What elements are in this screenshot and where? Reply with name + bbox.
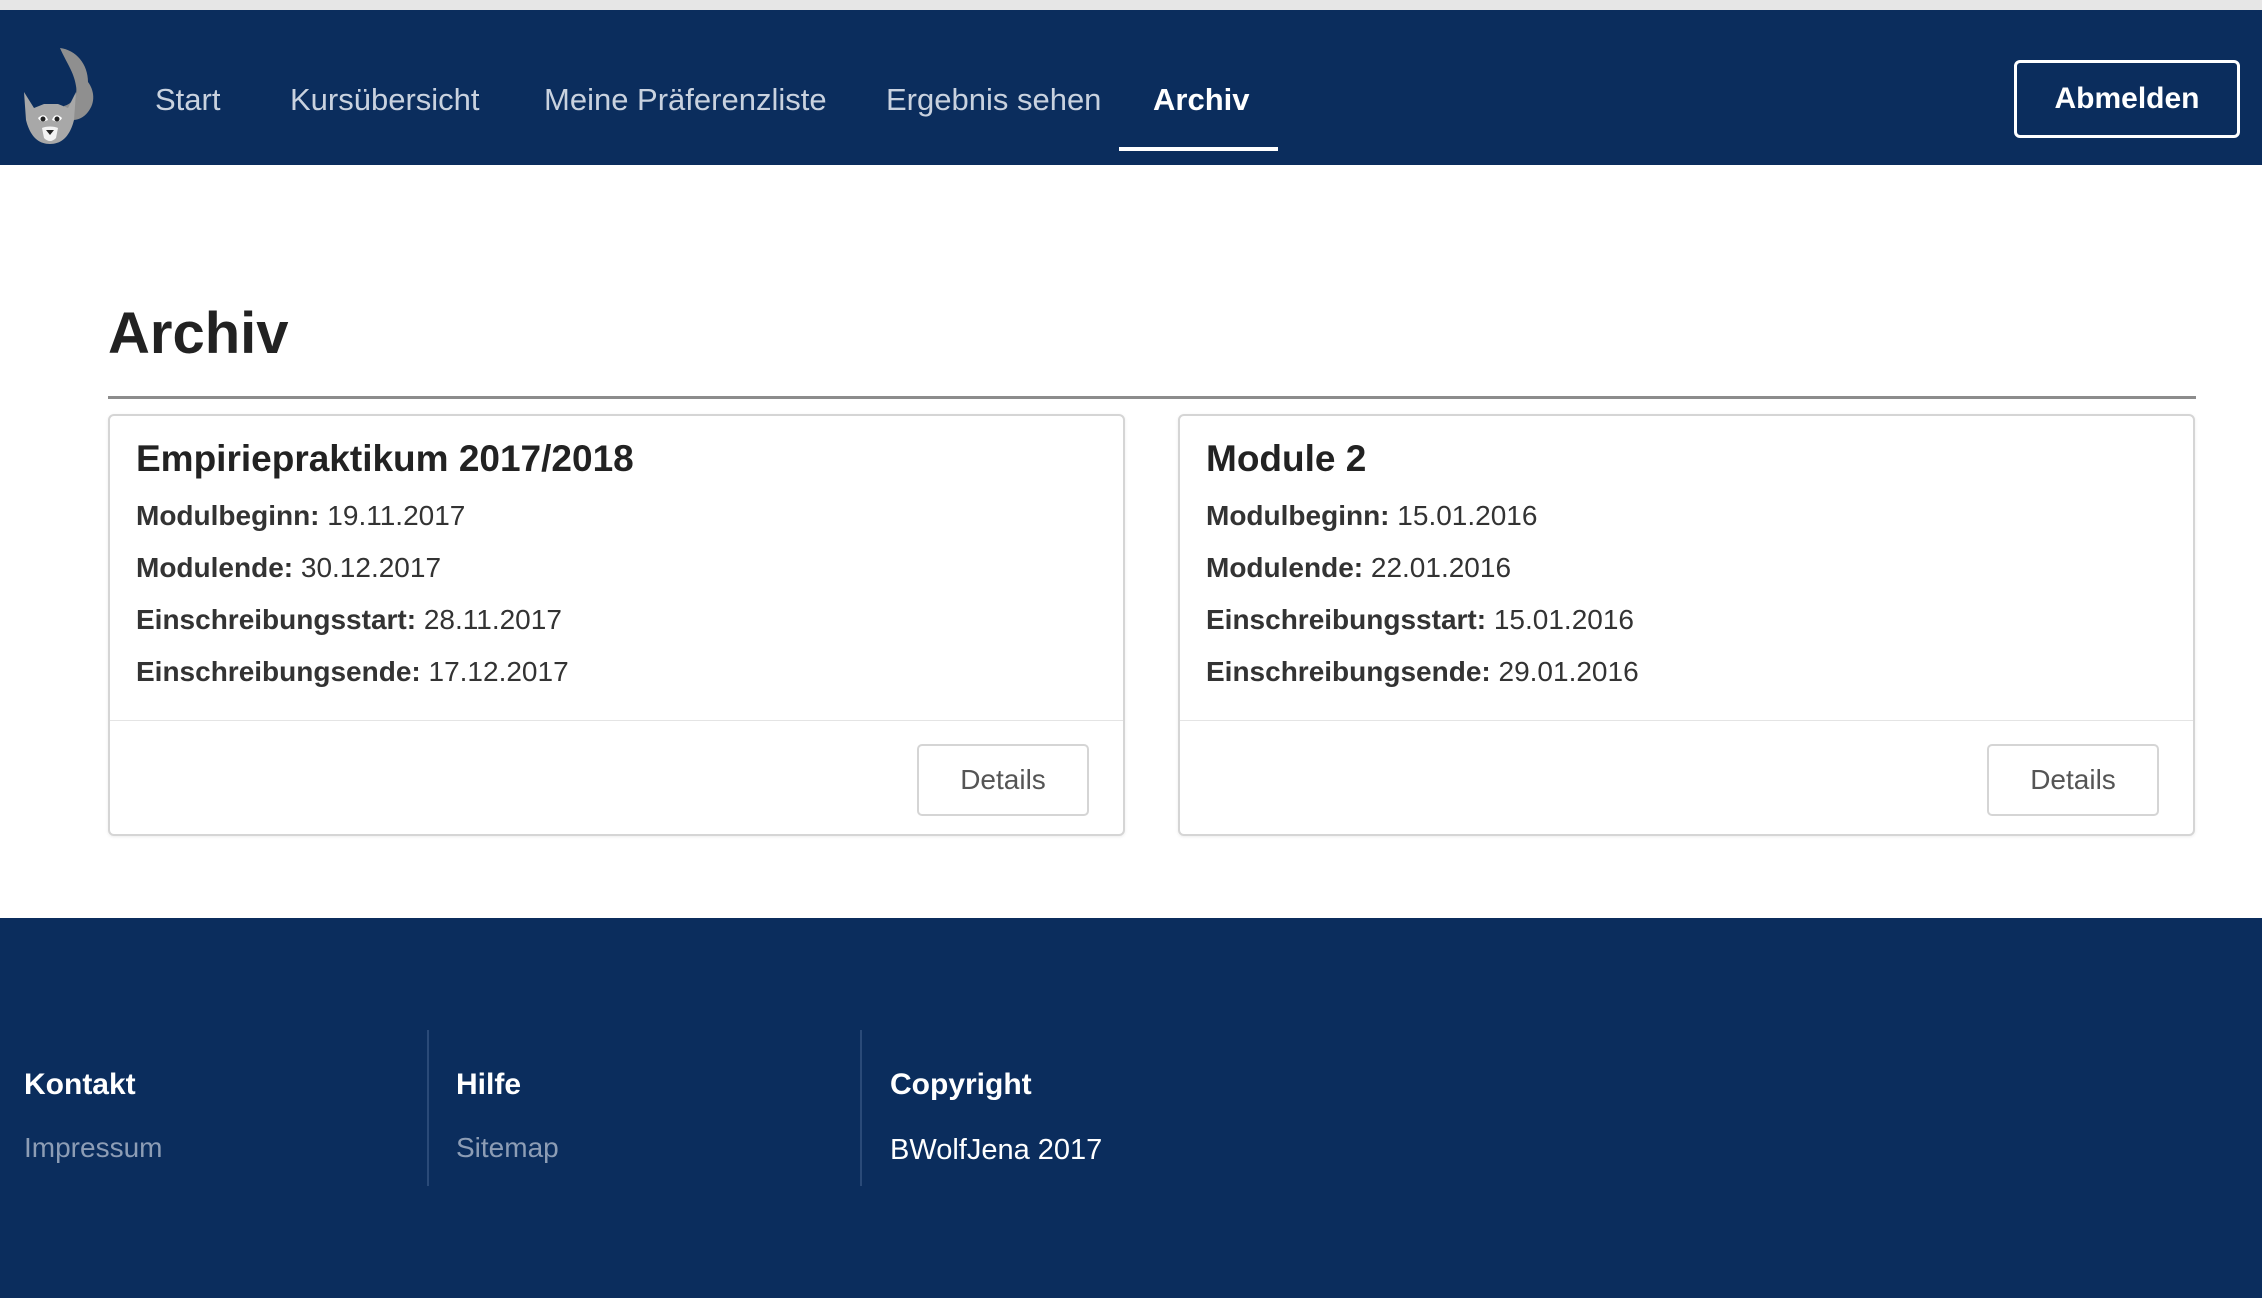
page-title: Archiv	[108, 301, 289, 366]
module-start-label: Modulbeginn:	[136, 500, 320, 531]
enroll-start-label: Einschreibungsstart:	[1206, 604, 1487, 635]
card-title: Empiriepraktikum 2017/2018	[136, 438, 634, 479]
logout-button[interactable]: Abmelden	[2014, 60, 2240, 138]
footer-heading-copyright: Copyright	[890, 1068, 1032, 1101]
module-start-value: 15.01.2016	[1397, 500, 1538, 531]
top-strip	[0, 0, 2262, 10]
footer-column-kontakt: Kontakt Impressum	[24, 1030, 434, 1186]
nav-item-praeferenzliste[interactable]: Meine Präferenzliste	[544, 82, 827, 138]
footer-column-copyright: Copyright BWolfJena 2017	[860, 1030, 1300, 1186]
module-end-value: 30.12.2017	[300, 552, 442, 583]
wolf-logo-icon[interactable]	[18, 46, 100, 150]
nav-item-ergebnis[interactable]: Ergebnis sehen	[886, 82, 1101, 138]
enroll-end-label: Einschreibungsende:	[1206, 656, 1491, 687]
module-start-row: Modulbeginn: 15.01.2016	[1206, 500, 1537, 532]
enroll-end-row: Einschreibungsende: 17.12.2017	[136, 656, 569, 688]
enroll-end-value: 29.01.2016	[1498, 656, 1639, 687]
module-start-row: Modulbeginn: 19.11.2017	[136, 500, 465, 532]
enroll-start-row: Einschreibungsstart: 15.01.2016	[1206, 604, 1634, 636]
footer-link-impressum[interactable]: Impressum	[24, 1132, 162, 1164]
enroll-end-row: Einschreibungsende: 29.01.2016	[1206, 656, 1639, 688]
card-title: Module 2	[1206, 438, 1367, 479]
module-start-label: Modulbeginn:	[1206, 500, 1390, 531]
enroll-start-value: 28.11.2017	[423, 604, 562, 635]
active-tab-indicator	[1119, 147, 1278, 151]
navbar: Start Kursübersicht Meine Präferenzliste…	[0, 10, 2262, 165]
archive-card: Module 2 Modulbeginn: 15.01.2016 Modulen…	[1178, 414, 2195, 836]
enroll-start-value: 15.01.2016	[1493, 604, 1634, 635]
footer-heading-kontakt: Kontakt	[24, 1068, 136, 1101]
enroll-end-value: 17.12.2017	[428, 656, 569, 687]
enroll-start-label: Einschreibungsstart:	[136, 604, 417, 635]
nav-item-kursuebersicht[interactable]: Kursübersicht	[290, 82, 480, 138]
footer: Kontakt Impressum Hilfe Sitemap Copyrigh…	[0, 918, 2262, 1298]
module-end-value: 22.01.2016	[1370, 552, 1512, 583]
card-divider	[1180, 720, 2193, 721]
module-start-value: 19.11.2017	[327, 500, 466, 531]
module-end-label: Modulende:	[1206, 552, 1364, 583]
module-end-row: Modulende: 30.12.2017	[136, 552, 441, 584]
footer-link-sitemap[interactable]: Sitemap	[456, 1132, 559, 1164]
enroll-start-row: Einschreibungsstart: 28.11.2017	[136, 604, 562, 636]
enroll-end-label: Einschreibungsende:	[136, 656, 421, 687]
details-button[interactable]: Details	[917, 744, 1089, 816]
card-divider	[110, 720, 1123, 721]
footer-column-hilfe: Hilfe Sitemap	[427, 1030, 866, 1186]
footer-heading-hilfe: Hilfe	[456, 1068, 522, 1101]
archive-card: Empiriepraktikum 2017/2018 Modulbeginn: …	[108, 414, 1125, 836]
nav-item-archiv[interactable]: Archiv	[1153, 82, 1249, 138]
title-divider	[108, 396, 2196, 399]
module-end-row: Modulende: 22.01.2016	[1206, 552, 1511, 584]
copyright-text: BWolfJena 2017	[890, 1134, 1103, 1166]
nav-item-start[interactable]: Start	[155, 82, 220, 138]
module-end-label: Modulende:	[136, 552, 294, 583]
details-button[interactable]: Details	[1987, 744, 2159, 816]
